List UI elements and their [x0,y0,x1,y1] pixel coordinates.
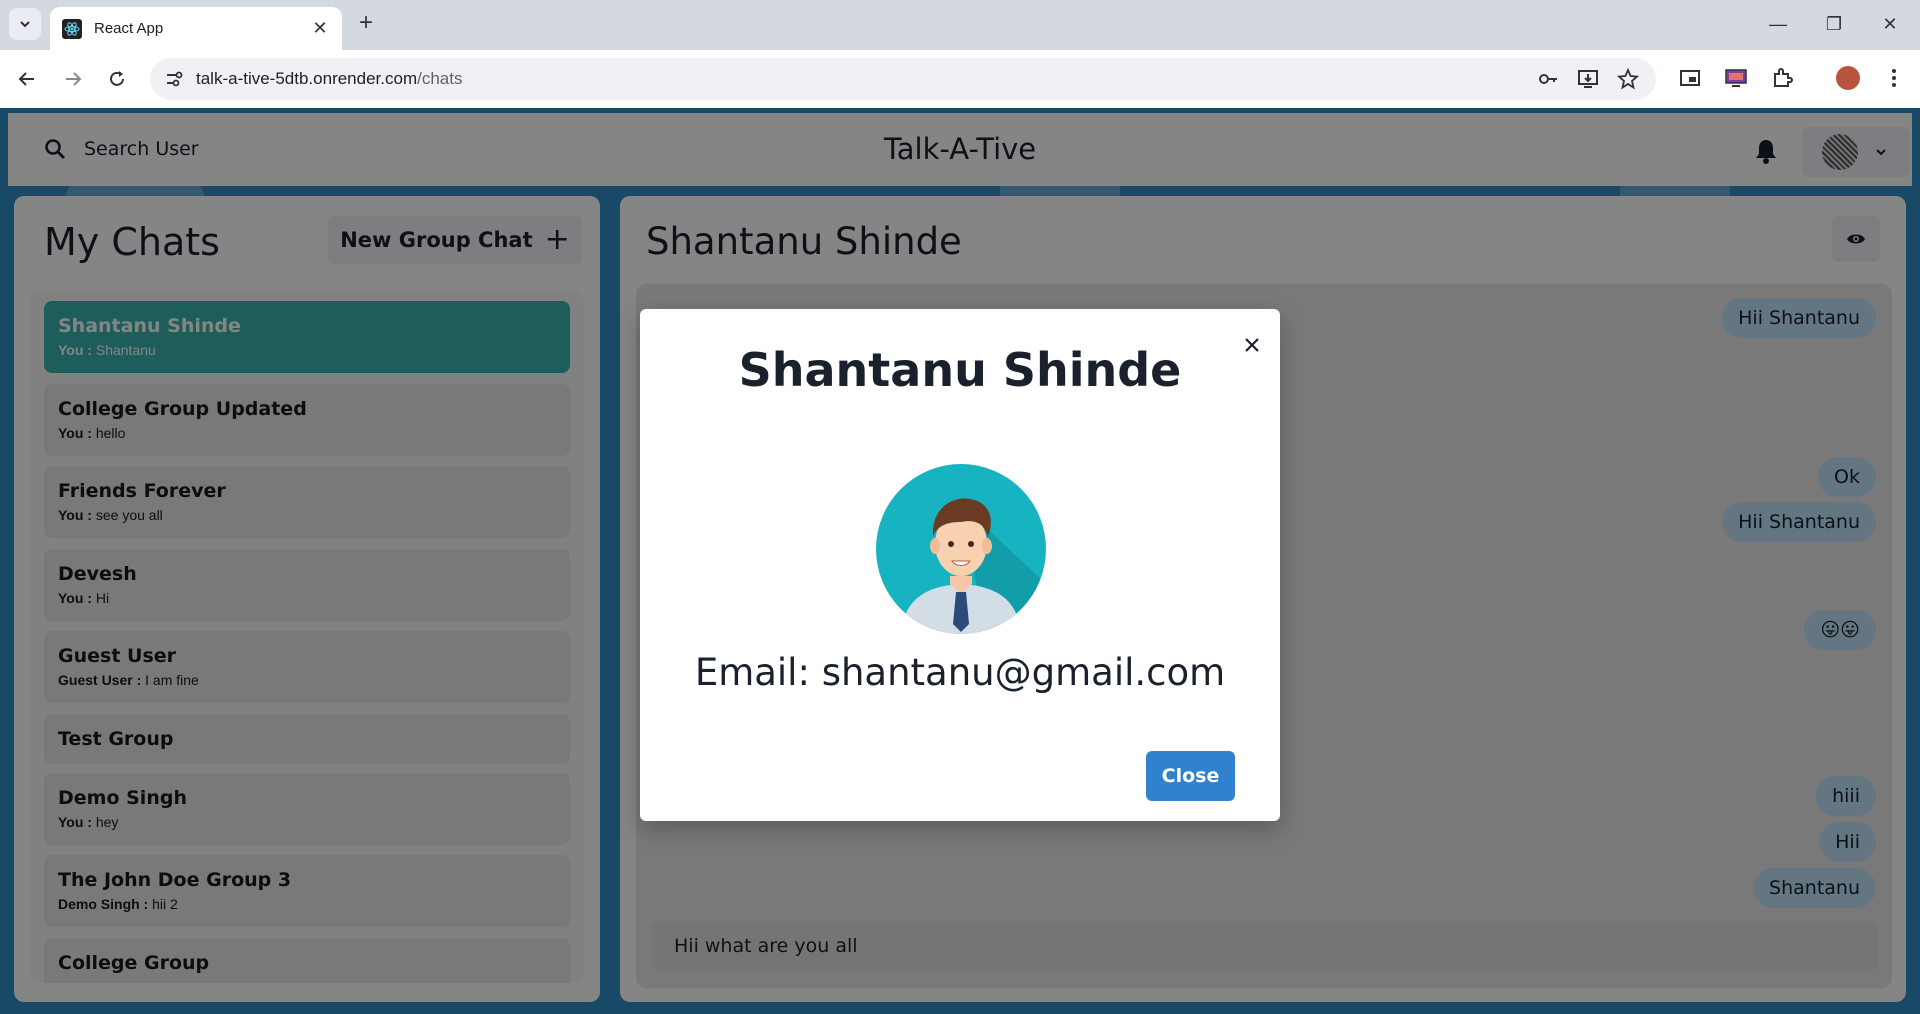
star-icon[interactable] [1616,67,1640,91]
reload-icon [110,71,124,86]
arrow-left-icon [18,72,34,86]
url-path: /chats [417,69,463,88]
tab-search-button[interactable] [9,8,41,40]
key-icon[interactable] [1536,67,1560,91]
profile-email: Email: shantanu@gmail.com [694,651,1226,694]
url-text: talk-a-tive-5dtb.onrender.com/chats [196,69,462,89]
modal-close-icon[interactable] [1236,329,1268,361]
new-tab-button[interactable]: + [352,10,380,38]
browser-tabbar: React App ✕ + — ❐ ✕ [0,0,1920,50]
arrow-right-icon [66,72,82,86]
window-close-icon[interactable]: ✕ [1870,10,1910,38]
address-bar[interactable]: talk-a-tive-5dtb.onrender.com/chats [150,58,1656,100]
minimize-icon[interactable]: — [1758,10,1798,38]
extensions-icon[interactable] [1768,64,1796,92]
close-button[interactable]: Close [1146,751,1235,801]
forward-button[interactable] [58,64,88,94]
profile-modal: Shantanu Shinde Email: shantanu@gmail.co… [640,309,1280,821]
modal-title: Shantanu Shinde [738,343,1182,397]
reload-button[interactable] [102,64,132,94]
picture-in-picture-icon[interactable] [1676,64,1704,92]
restore-icon[interactable]: ❐ [1814,10,1854,38]
browser-profile-avatar[interactable] [1836,66,1860,90]
tab-title: React App [94,20,164,37]
react-icon [62,18,82,39]
back-button[interactable] [12,64,42,94]
url-host: talk-a-tive-5dtb.onrender.com [196,69,418,88]
profile-picture [876,464,1046,634]
chevron-down-icon [20,21,30,28]
browser-tab[interactable]: React App ✕ [50,7,342,50]
menu-kebab-icon[interactable] [1880,64,1908,92]
tab-close-icon[interactable]: ✕ [310,18,330,39]
site-info-icon[interactable] [162,67,186,91]
cast-icon[interactable] [1722,64,1750,92]
install-app-icon[interactable] [1576,67,1600,91]
